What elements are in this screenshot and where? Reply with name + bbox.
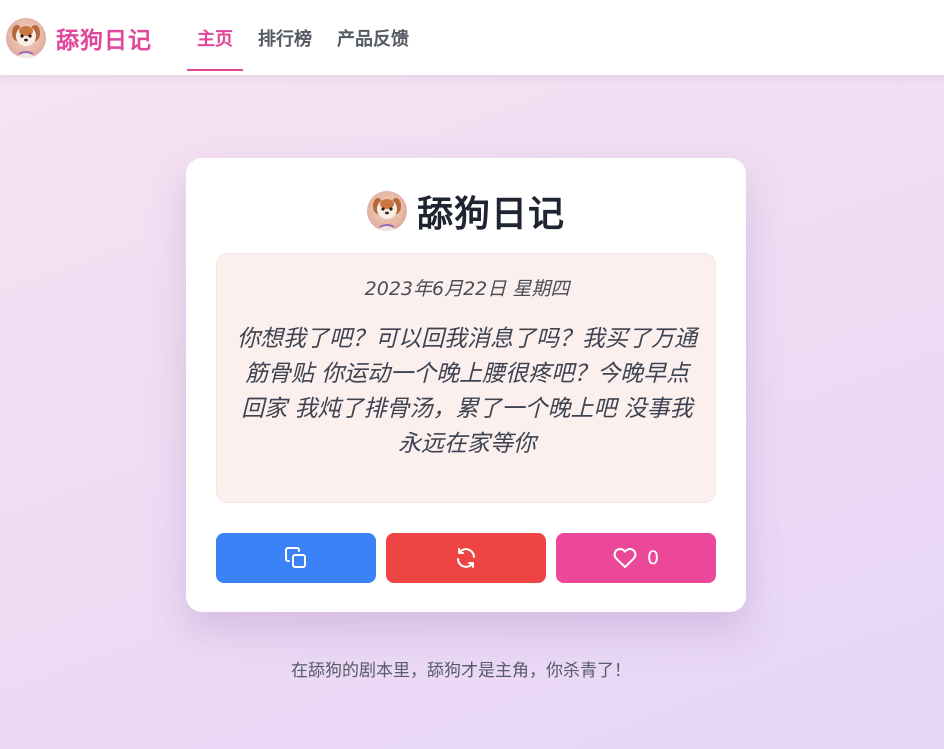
- like-button[interactable]: 0: [556, 533, 716, 583]
- footer-slogan: 在舔狗的剧本里，舔狗才是主角，你杀青了！: [291, 661, 631, 681]
- diary-date: 2023年6月22日 星期四: [364, 278, 570, 300]
- nav-tabs: 主页 排行榜 产品反馈: [187, 0, 424, 75]
- tab-feedback[interactable]: 产品反馈: [327, 0, 419, 75]
- diary-entry: 2023年6月22日 星期四 你想我了吧？可以回我消息了吗？我买了万通筋骨贴 你…: [216, 253, 716, 503]
- heart-icon: [613, 548, 637, 568]
- refresh-icon: [457, 548, 475, 568]
- copy-icon: [285, 547, 306, 568]
- refresh-button[interactable]: [386, 533, 546, 583]
- like-count: 0: [646, 547, 660, 569]
- card-title: 舔狗日记: [186, 186, 746, 236]
- dog-avatar-icon: [6, 17, 46, 58]
- card-title-text: 舔狗日记: [416, 194, 565, 235]
- tab-home[interactable]: 主页: [187, 0, 243, 75]
- copy-button[interactable]: [216, 533, 376, 583]
- diary-text: 你想我了吧？可以回我消息了吗？我买了万通筋骨贴 你运动一个晚上腰很疼吧？今晚早点…: [237, 326, 697, 457]
- tab-leaderboard[interactable]: 排行榜: [248, 0, 322, 75]
- brand-logo[interactable]: 舔狗日记: [6, 0, 152, 75]
- brand-name: 舔狗日记: [56, 27, 152, 54]
- diary-card: 舔狗日记 2023年6月22日 星期四 你想我了吧？可以回我消息了吗？我买了万通…: [186, 158, 746, 612]
- dog-avatar-icon: [366, 191, 407, 231]
- top-navbar: 舔狗日记 主页 排行榜 产品反馈: [0, 0, 944, 75]
